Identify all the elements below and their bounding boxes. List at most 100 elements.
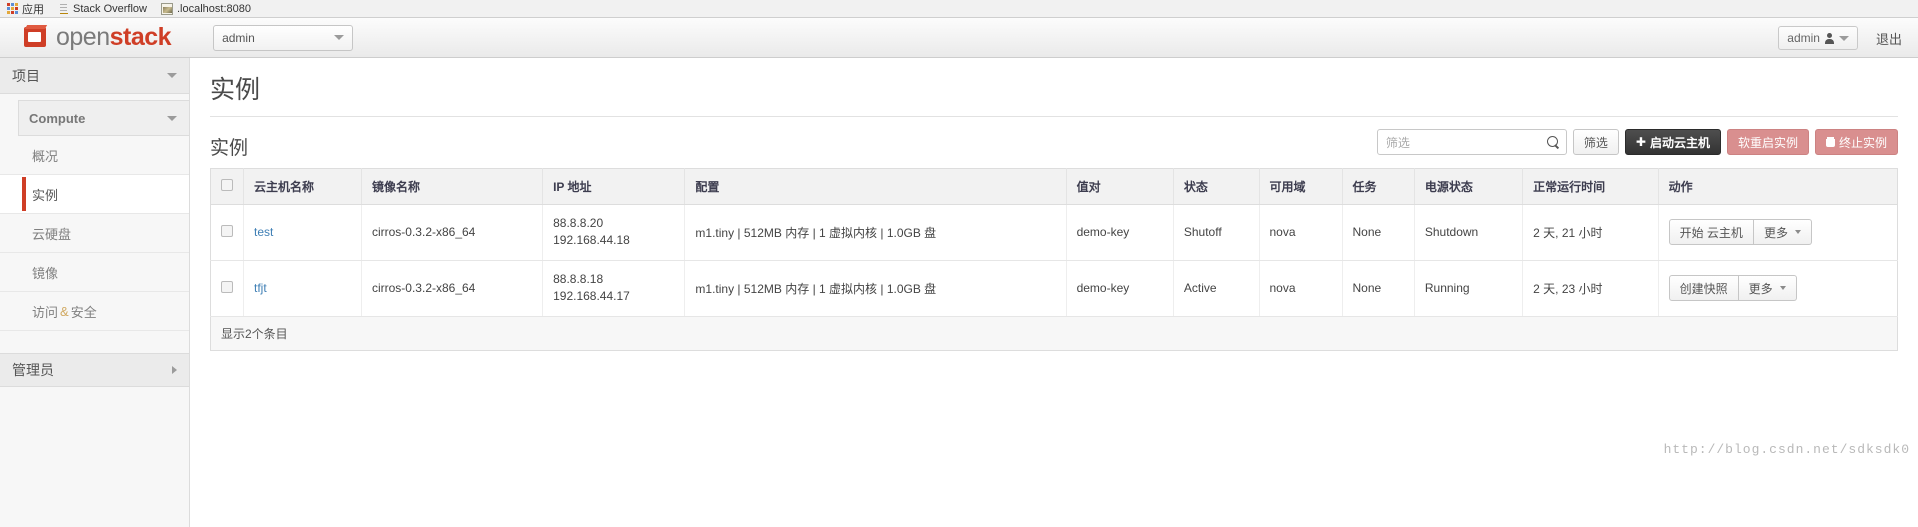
sidebar-group-compute[interactable]: Compute bbox=[18, 100, 189, 136]
instances-table-body: test cirros-0.3.2-x86_64 88.8.8.20 192.1… bbox=[210, 204, 1898, 317]
ip-floating: 88.8.8.18 bbox=[553, 271, 604, 286]
select-all-header bbox=[210, 168, 244, 205]
cell-status: Shutoff bbox=[1173, 204, 1260, 261]
search-input[interactable]: 筛选 bbox=[1376, 129, 1567, 155]
select-all-checkbox[interactable] bbox=[221, 179, 233, 191]
logout-link[interactable]: 退出 bbox=[1876, 29, 1902, 48]
create-snapshot-button[interactable]: 创建快照 bbox=[1668, 275, 1739, 302]
instance-name-link[interactable]: test bbox=[254, 225, 273, 239]
search-input-value: 筛选 bbox=[1385, 135, 1410, 150]
cell-power-state: Shutdown bbox=[1414, 204, 1524, 261]
column-header-keypair[interactable]: 值对 bbox=[1066, 168, 1174, 205]
panel-header: 实例 筛选 筛选 ✚ 启动云主机 软重启实例 终止实例 bbox=[210, 123, 1898, 168]
page-title: 实例 bbox=[210, 70, 1898, 117]
column-header-name[interactable]: 云主机名称 bbox=[243, 168, 362, 205]
column-header-actions: 动作 bbox=[1658, 168, 1898, 205]
cell-power-state: Running bbox=[1414, 260, 1524, 317]
sidebar-item-overview[interactable]: 概况 bbox=[0, 136, 189, 175]
cell-uptime: 2 天, 23 小时 bbox=[1522, 260, 1659, 317]
column-header-uptime[interactable]: 正常运行时间 bbox=[1522, 168, 1659, 205]
more-actions-button[interactable]: 更多 bbox=[1753, 219, 1812, 246]
soft-reboot-button[interactable]: 软重启实例 bbox=[1726, 129, 1809, 155]
row-checkbox[interactable] bbox=[221, 224, 233, 237]
column-header-zone[interactable]: 可用域 bbox=[1259, 168, 1343, 205]
sidebar-item-images[interactable]: 镜像 bbox=[0, 253, 189, 292]
row-action-group: 开始 云主机 更多 bbox=[1668, 219, 1812, 246]
cell-uptime: 2 天, 21 小时 bbox=[1522, 204, 1659, 261]
cell-zone: nova bbox=[1259, 204, 1343, 261]
openstack-logo[interactable]: openstack bbox=[24, 23, 172, 52]
more-actions-label: 更多 bbox=[1748, 281, 1773, 296]
row-action-group: 创建快照 更多 bbox=[1668, 275, 1797, 302]
row-select-cell bbox=[210, 260, 244, 317]
sidebar-item-volumes[interactable]: 云硬盘 bbox=[0, 214, 189, 253]
cell-ip-address: 88.8.8.20 192.168.44.18 bbox=[542, 204, 686, 261]
user-icon bbox=[1824, 32, 1834, 44]
cell-status: Active bbox=[1173, 260, 1260, 317]
cell-task: None bbox=[1342, 260, 1415, 317]
cell-instance-name: tfjt bbox=[243, 260, 362, 317]
launch-instance-button[interactable]: ✚ 启动云主机 bbox=[1624, 129, 1721, 155]
bookmark-localhost-label: .localhost:8080 bbox=[176, 2, 251, 15]
chevron-down-icon bbox=[334, 35, 345, 40]
terminate-instances-button[interactable]: 终止实例 bbox=[1814, 129, 1898, 155]
tenant-selector[interactable]: admin bbox=[213, 24, 354, 51]
instance-name-link[interactable]: tfjt bbox=[254, 281, 267, 295]
instances-table: 云主机名称 镜像名称 IP 地址 配置 值对 状态 可用域 任务 电源状态 正常… bbox=[210, 168, 1898, 317]
navbar-right: admin 退出 bbox=[1778, 18, 1902, 58]
sidebar-group-project[interactable]: 项目 bbox=[0, 58, 189, 94]
column-header-ip[interactable]: IP 地址 bbox=[542, 168, 686, 205]
column-header-power[interactable]: 电源状态 bbox=[1414, 168, 1524, 205]
sidebar-group-project-label: 项目 bbox=[12, 67, 40, 84]
sidebar-group-admin-label: 管理员 bbox=[12, 362, 54, 378]
chevron-down-icon bbox=[167, 115, 177, 121]
filter-button[interactable]: 筛选 bbox=[1572, 129, 1619, 155]
row-checkbox[interactable] bbox=[221, 280, 233, 293]
page-body: 项目 Compute 概况 实例 云硬盘 镜像 访问 & 安全 管理员 实例 实… bbox=[0, 58, 1918, 527]
table-row[interactable]: tfjt cirros-0.3.2-x86_64 88.8.8.18 192.1… bbox=[210, 260, 1898, 317]
tenant-selector-value: admin bbox=[222, 30, 255, 45]
stack-overflow-icon bbox=[58, 3, 69, 15]
bookmark-apps[interactable]: 应用 bbox=[4, 1, 44, 17]
user-menu[interactable]: admin bbox=[1778, 26, 1858, 50]
instances-table-head: 云主机名称 镜像名称 IP 地址 配置 值对 状态 可用域 任务 电源状态 正常… bbox=[210, 168, 1898, 205]
search-icon[interactable] bbox=[1546, 135, 1560, 149]
sidebar-item-instances-label: 实例 bbox=[32, 187, 59, 203]
ampersand-icon: & bbox=[60, 303, 69, 319]
table-toolbar: 筛选 筛选 ✚ 启动云主机 软重启实例 终止实例 bbox=[1376, 129, 1898, 155]
chevron-down-icon bbox=[1838, 35, 1849, 41]
launch-instance-label: 启动云主机 bbox=[1649, 135, 1710, 150]
trash-icon bbox=[1825, 137, 1835, 147]
table-footer: 显示2个条目 bbox=[210, 316, 1898, 351]
plus-icon: ✚ bbox=[1635, 135, 1646, 149]
brand-text: openstack bbox=[56, 23, 172, 52]
sidebar-item-access-security[interactable]: 访问 & 安全 bbox=[0, 292, 189, 331]
apps-grid-icon bbox=[7, 3, 18, 14]
cell-keypair: demo-key bbox=[1066, 204, 1174, 261]
openstack-cube-icon bbox=[24, 25, 50, 51]
terminate-instances-label: 终止实例 bbox=[1838, 135, 1887, 150]
column-header-flavor[interactable]: 配置 bbox=[684, 168, 1067, 205]
start-instance-button[interactable]: 开始 云主机 bbox=[1668, 219, 1754, 246]
chevron-down-icon bbox=[1794, 230, 1801, 235]
cell-instance-name: test bbox=[243, 204, 362, 261]
sidebar-item-instances[interactable]: 实例 bbox=[0, 175, 189, 214]
cell-keypair: demo-key bbox=[1066, 260, 1174, 317]
cell-ip-address: 88.8.8.18 192.168.44.17 bbox=[542, 260, 686, 317]
top-navbar: openstack admin admin 退出 bbox=[0, 18, 1918, 58]
cell-image-name: cirros-0.3.2-x86_64 bbox=[361, 260, 544, 317]
table-row[interactable]: test cirros-0.3.2-x86_64 88.8.8.20 192.1… bbox=[210, 204, 1898, 261]
column-header-task[interactable]: 任务 bbox=[1342, 168, 1415, 205]
more-actions-button[interactable]: 更多 bbox=[1738, 275, 1797, 302]
bookmark-apps-label: 应用 bbox=[22, 3, 44, 16]
column-header-image[interactable]: 镜像名称 bbox=[361, 168, 544, 205]
bookmark-localhost[interactable]: .localhost:8080 bbox=[160, 2, 251, 15]
bookmark-stack-overflow-label: Stack Overflow bbox=[73, 2, 147, 15]
ip-fixed: 192.168.44.18 bbox=[553, 233, 630, 248]
sidebar-group-admin[interactable]: 管理员 bbox=[0, 353, 189, 387]
main-content: 实例 实例 筛选 筛选 ✚ 启动云主机 软重启实例 终止实例 云主机名称 镜像名… bbox=[190, 58, 1918, 527]
bookmark-stack-overflow[interactable]: Stack Overflow bbox=[58, 3, 147, 15]
cell-flavor: m1.tiny | 512MB 内存 | 1 虚拟内核 | 1.0GB 盘 bbox=[684, 260, 1067, 317]
table-header-row: 云主机名称 镜像名称 IP 地址 配置 值对 状态 可用域 任务 电源状态 正常… bbox=[210, 168, 1898, 205]
column-header-status[interactable]: 状态 bbox=[1173, 168, 1260, 205]
